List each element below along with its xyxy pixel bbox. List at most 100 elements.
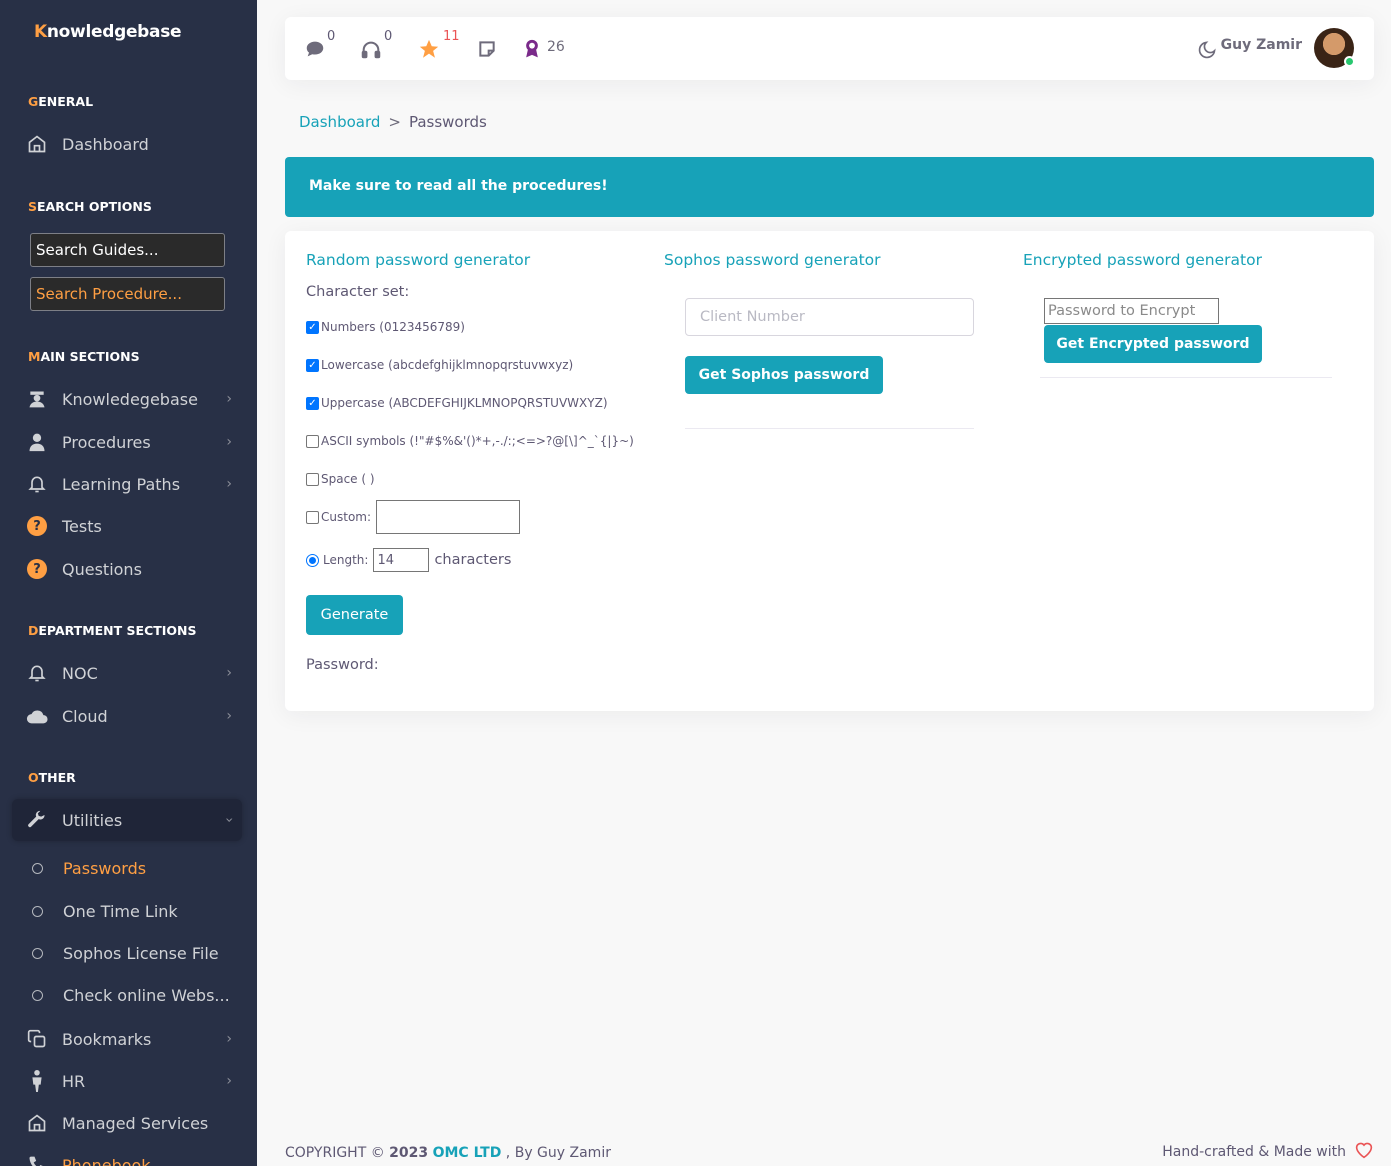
numbers-label: Numbers (0123456789) bbox=[321, 320, 465, 334]
chevron-right-icon: › bbox=[226, 665, 232, 681]
sidebar-item-managed-services[interactable]: Managed Services bbox=[12, 1102, 242, 1144]
top-navbar: 0 0 11 26 Guy Zamir bbox=[285, 17, 1374, 80]
sidebar-item-procedures[interactable]: Procedures › bbox=[12, 421, 242, 463]
sticky-note-icon[interactable] bbox=[475, 37, 499, 61]
sidebar-item-utilities[interactable]: Utilities › bbox=[12, 799, 242, 841]
chevron-right-icon: › bbox=[226, 1073, 232, 1089]
chat-icon[interactable] bbox=[303, 37, 327, 61]
question-icon: ? bbox=[26, 515, 48, 537]
heart-icon bbox=[1354, 1141, 1374, 1163]
lowercase-label: Lowercase (abcdefghijklmnopqrstuvwxyz) bbox=[321, 358, 574, 372]
sidebar-item-phonebook[interactable]: Phonebook bbox=[12, 1144, 242, 1166]
user-icon bbox=[26, 431, 48, 453]
moon-icon[interactable] bbox=[1195, 38, 1219, 62]
space-checkbox[interactable] bbox=[306, 472, 319, 486]
circle-icon bbox=[32, 989, 43, 1001]
sidebar-item-cloud[interactable]: Cloud › bbox=[12, 695, 242, 737]
question-icon: ? bbox=[26, 558, 48, 580]
breadcrumb-dashboard-link[interactable]: Dashboard bbox=[299, 113, 380, 131]
avatar[interactable] bbox=[1314, 28, 1355, 68]
lowercase-checkbox[interactable]: ✓ bbox=[306, 358, 319, 372]
sidebar-item-label: One Time Link bbox=[63, 901, 178, 921]
sidebar-sub-one-time-link[interactable]: One Time Link bbox=[12, 891, 242, 931]
sidebar-item-label: NOC bbox=[62, 663, 98, 683]
copyright-text: COPYRIGHT © bbox=[285, 1145, 390, 1161]
custom-option[interactable]: Custom: bbox=[306, 500, 521, 534]
company-link[interactable]: OMC LTD bbox=[433, 1145, 502, 1161]
password-to-encrypt-input[interactable]: Password to Encrypt bbox=[1044, 298, 1219, 324]
sidebar-item-learning-paths[interactable]: Learning Paths › bbox=[12, 463, 242, 505]
numbers-checkbox[interactable]: ✓ bbox=[306, 320, 319, 334]
sidebar: Knowledgebase GENERAL Dashboard SEARCH O… bbox=[0, 0, 257, 1166]
space-option[interactable]: Space ( ) bbox=[306, 472, 375, 486]
sidebar-item-knowledgebase[interactable]: Knowledegebase › bbox=[12, 378, 242, 420]
sidebar-sub-sophos-license[interactable]: Sophos License File bbox=[12, 933, 242, 973]
breadcrumb: Dashboard > Passwords bbox=[299, 113, 487, 131]
person-icon bbox=[26, 1070, 48, 1092]
uppercase-label: Uppercase (ABCDEFGHIJKLMNOPQRSTUVWXYZ) bbox=[321, 396, 608, 410]
chevron-down-icon: › bbox=[221, 817, 238, 823]
length-label: Length: bbox=[323, 553, 369, 567]
brand-logo[interactable]: Knowledgebase bbox=[34, 22, 182, 42]
star-icon[interactable] bbox=[417, 37, 441, 61]
section-search-options: SEARCH OPTIONS bbox=[28, 199, 152, 214]
sidebar-item-label: Passwords bbox=[63, 858, 147, 878]
sidebar-item-label: Procedures bbox=[62, 432, 151, 452]
encrypted-generator-title: Encrypted password generator bbox=[1023, 251, 1262, 269]
phone-icon bbox=[26, 1154, 48, 1166]
sidebar-item-label: Managed Services bbox=[62, 1113, 209, 1133]
chevron-right-icon: › bbox=[226, 708, 232, 724]
support-count: 0 bbox=[384, 29, 393, 44]
uppercase-checkbox[interactable]: ✓ bbox=[306, 396, 319, 410]
numbers-option[interactable]: ✓ Numbers (0123456789) bbox=[306, 320, 465, 334]
ascii-checkbox[interactable] bbox=[306, 434, 319, 448]
sidebar-item-questions[interactable]: ? Questions bbox=[12, 548, 242, 590]
generate-button[interactable]: Generate bbox=[306, 595, 403, 635]
get-encrypted-password-button[interactable]: Get Encrypted password bbox=[1044, 325, 1262, 363]
award-icon[interactable] bbox=[520, 37, 544, 61]
star-count: 11 bbox=[443, 29, 460, 44]
sidebar-item-hr[interactable]: HR › bbox=[12, 1060, 242, 1102]
length-radio[interactable] bbox=[306, 553, 319, 567]
bell-icon bbox=[26, 662, 48, 684]
length-option[interactable]: Length: 14 characters bbox=[306, 548, 511, 572]
home-icon bbox=[26, 133, 48, 155]
sidebar-sub-check-online[interactable]: Check online Webs... bbox=[12, 975, 242, 1015]
search-guides-input[interactable]: Search Guides... bbox=[30, 233, 225, 267]
sidebar-item-tests[interactable]: ? Tests bbox=[12, 505, 242, 547]
user-name[interactable]: Guy Zamir bbox=[1221, 37, 1302, 53]
copyright-year: 2023 bbox=[389, 1145, 429, 1161]
password-generators-card: Random password generator Character set:… bbox=[285, 231, 1374, 711]
sidebar-item-label: Knowledegebase bbox=[62, 389, 198, 409]
wrench-icon bbox=[26, 809, 48, 831]
client-number-input[interactable]: Client Number bbox=[685, 298, 974, 336]
get-sophos-password-button[interactable]: Get Sophos password bbox=[685, 356, 883, 394]
search-procedures-input[interactable]: Search Procedure... bbox=[30, 277, 225, 311]
sophos-divider bbox=[685, 428, 974, 429]
sidebar-item-label: HR bbox=[62, 1071, 86, 1091]
sidebar-sub-passwords[interactable]: Passwords bbox=[12, 848, 242, 888]
home-icon bbox=[26, 1112, 48, 1134]
breadcrumb-current: Passwords bbox=[408, 113, 487, 131]
lowercase-option[interactable]: ✓ Lowercase (abcdefghijklmnopqrstuvwxyz) bbox=[306, 358, 573, 372]
sidebar-item-label: Utilities bbox=[62, 810, 123, 830]
sidebar-item-dashboard[interactable]: Dashboard bbox=[12, 123, 242, 165]
sidebar-item-noc[interactable]: NOC › bbox=[12, 652, 242, 694]
headphones-icon[interactable] bbox=[359, 37, 383, 61]
uppercase-option[interactable]: ✓ Uppercase (ABCDEFGHIJKLMNOPQRSTUVWXYZ) bbox=[306, 396, 608, 410]
charset-label: Character set: bbox=[306, 284, 410, 300]
sidebar-item-label: Check online Webs... bbox=[63, 985, 230, 1005]
circle-icon bbox=[32, 905, 43, 917]
sidebar-item-bookmarks[interactable]: Bookmarks › bbox=[12, 1018, 242, 1060]
sidebar-item-label: Sophos License File bbox=[63, 943, 219, 963]
bell-icon bbox=[26, 473, 48, 495]
custom-checkbox[interactable] bbox=[306, 510, 319, 524]
circle-icon bbox=[32, 947, 43, 959]
custom-chars-input[interactable] bbox=[376, 500, 521, 534]
online-status-dot bbox=[1344, 56, 1355, 67]
sidebar-item-label: Bookmarks bbox=[62, 1029, 152, 1049]
section-department: DEPARTMENT SECTIONS bbox=[28, 623, 197, 638]
ascii-option[interactable]: ASCII symbols (!"#$%&'()*+,-./:;<=>?@[\]… bbox=[306, 434, 634, 448]
length-input[interactable]: 14 bbox=[373, 548, 430, 572]
author-text: , By Guy Zamir bbox=[501, 1145, 611, 1161]
